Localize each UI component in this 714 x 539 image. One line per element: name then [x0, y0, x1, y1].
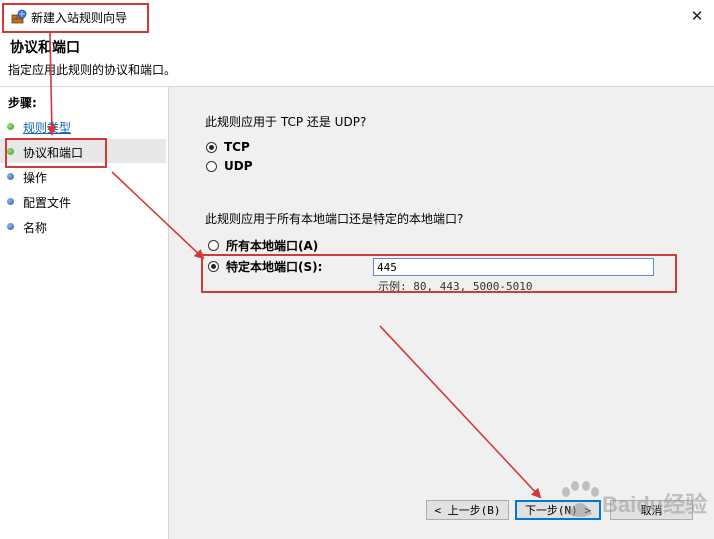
step-protocol-ports[interactable]: 协议和端口: [0, 139, 166, 163]
step-action: 操作: [0, 164, 166, 188]
page-subtitle: 指定应用此规则的协议和端口。: [8, 63, 177, 77]
radio-label: 特定本地端口(S):: [226, 259, 323, 274]
port-input[interactable]: [373, 258, 654, 276]
back-button[interactable]: < 上一步(B): [426, 500, 509, 520]
radio-label: TCP: [224, 140, 250, 154]
port-example-hint: 示例: 80, 443, 5000-5010: [378, 280, 533, 293]
radio-udp[interactable]: UDP: [206, 158, 253, 174]
step-label: 协议和端口: [23, 146, 84, 160]
radio-tcp[interactable]: TCP: [206, 139, 250, 155]
radio-label: 所有本地端口(A): [226, 238, 319, 253]
radio-specific-ports[interactable]: 特定本地端口(S):: [208, 258, 322, 274]
step-label: 配置文件: [23, 196, 72, 210]
step-rule-type[interactable]: 规则类型: [0, 114, 166, 138]
radio-selected-icon[interactable]: [206, 141, 217, 153]
radio-all-ports[interactable]: 所有本地端口(A): [208, 237, 318, 253]
page-title: 协议和端口: [10, 40, 80, 56]
radio-label: UDP: [224, 159, 253, 173]
step-label: 名称: [23, 221, 48, 235]
baidu-watermark: Baidu经验: [558, 478, 708, 522]
step-label[interactable]: 规则类型: [23, 119, 71, 136]
window-title: 新建入站规则向导: [31, 11, 128, 25]
content-panel: [169, 87, 714, 539]
step-complete-icon: [7, 123, 14, 130]
step-pending-icon: [7, 223, 14, 230]
step-pending-icon: [7, 173, 14, 180]
watermark-text: Baidu经验: [602, 492, 707, 517]
step-current-icon: [7, 148, 14, 155]
radio-selected-icon[interactable]: [208, 260, 219, 272]
firewall-wizard-icon: [11, 9, 27, 25]
ports-question: 此规则应用于所有本地端口还是特定的本地端口?: [205, 212, 464, 226]
step-name: 名称: [0, 214, 166, 238]
protocol-question: 此规则应用于 TCP 还是 UDP?: [205, 115, 367, 129]
step-label: 操作: [23, 171, 48, 185]
step-pending-icon: [7, 198, 14, 205]
close-icon[interactable]: ✕: [684, 6, 710, 26]
steps-label: 步骤:: [8, 96, 37, 110]
step-profile: 配置文件: [0, 189, 166, 213]
radio-unselected-icon[interactable]: [206, 160, 217, 172]
radio-unselected-icon[interactable]: [208, 239, 219, 251]
